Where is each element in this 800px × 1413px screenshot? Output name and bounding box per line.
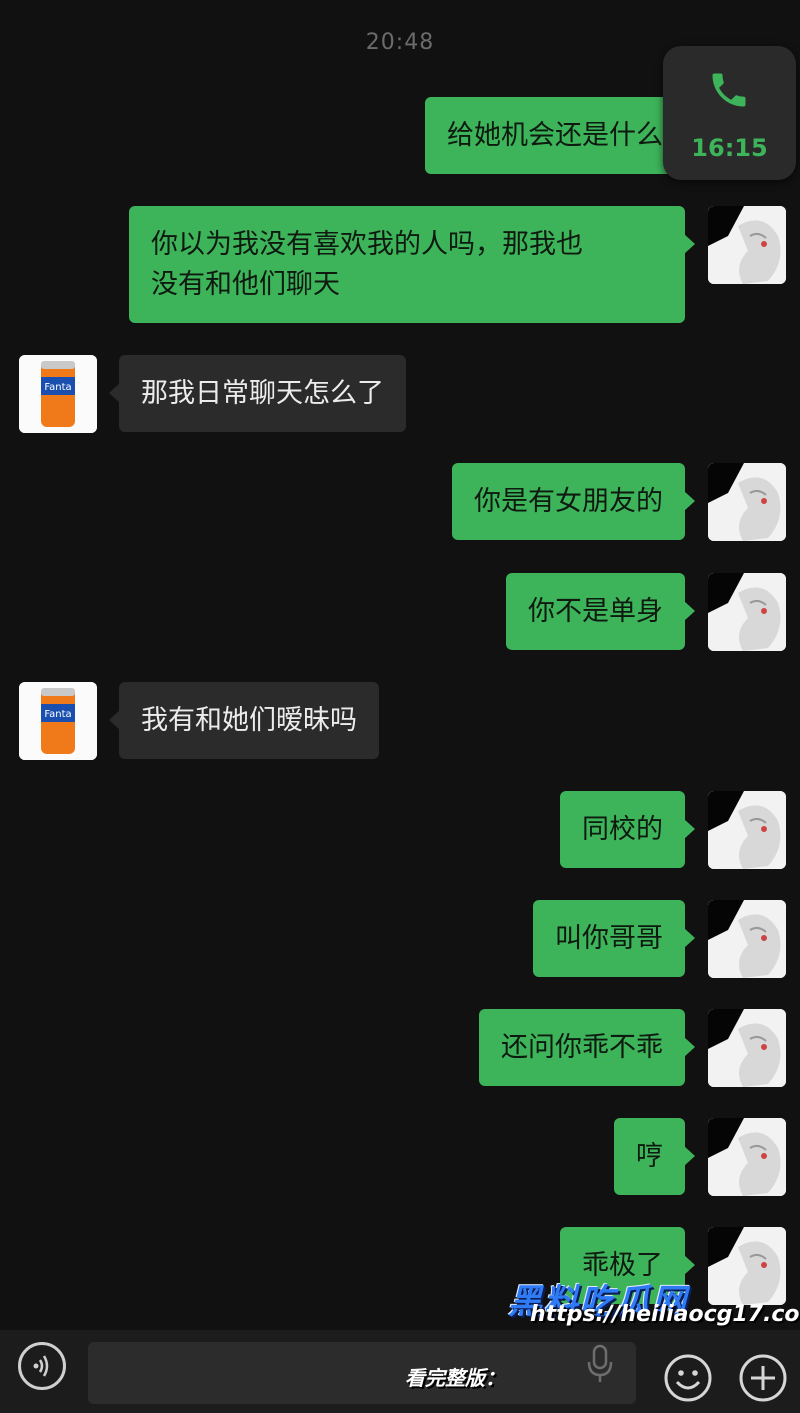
message-text: 同校的 — [582, 814, 663, 845]
watermark-label: 看完整版： — [405, 1366, 505, 1390]
received-message-bubble[interactable]: 我有和她们暧昧吗 — [109, 682, 379, 759]
message-input[interactable] — [88, 1342, 636, 1404]
sent-message-bubble[interactable]: 你是有女朋友的 — [452, 463, 695, 540]
my-avatar[interactable] — [708, 900, 786, 978]
my-avatar[interactable] — [708, 573, 786, 651]
sent-message-bubble[interactable]: 你不是单身 — [506, 573, 695, 650]
message-text: 还问你乖不乖 — [501, 1032, 663, 1063]
sent-message-bubble[interactable]: 哼 — [614, 1118, 695, 1195]
message-text: 你以为我没有喜欢我的人吗，那我也 没有和他们聊天 — [151, 229, 583, 300]
message-text: 叫你哥哥 — [555, 923, 663, 954]
call-duration: 16:15 — [691, 134, 768, 162]
voice-icon — [33, 1355, 49, 1377]
sent-message-bubble[interactable]: 你以为我没有喜欢我的人吗，那我也 没有和他们聊天 — [129, 206, 695, 323]
message-text: 你是有女朋友的 — [474, 486, 663, 517]
message-text: 你不是单身 — [528, 596, 663, 627]
plus-icon[interactable] — [737, 1352, 789, 1404]
sent-message-bubble[interactable]: 叫你哥哥 — [533, 900, 695, 977]
message-text: 那我日常聊天怎么了 — [141, 378, 384, 409]
contact-avatar[interactable]: Fanta — [19, 682, 97, 760]
my-avatar[interactable] — [708, 1009, 786, 1087]
my-avatar[interactable] — [708, 791, 786, 869]
my-avatar[interactable] — [708, 463, 786, 541]
my-avatar[interactable] — [708, 1118, 786, 1196]
sent-message-bubble[interactable]: 同校的 — [560, 791, 695, 868]
watermark-url[interactable]: https://heiliaocg17.com — [530, 1302, 800, 1327]
chat-area[interactable]: 20:48 给她机会还是什么 你以为我没有喜欢我的人吗，那我也 没有和他们聊天 … — [0, 0, 800, 1330]
emoji-icon[interactable] — [662, 1352, 714, 1404]
sent-message-bubble[interactable]: 还问你乖不乖 — [479, 1009, 695, 1086]
phone-icon — [712, 73, 746, 107]
my-avatar[interactable] — [708, 206, 786, 284]
my-avatar[interactable] — [708, 1227, 786, 1305]
message-text: 我有和她们暧昧吗 — [141, 705, 357, 736]
received-message-bubble[interactable]: 那我日常聊天怎么了 — [109, 355, 406, 432]
mic-icon[interactable] — [585, 1342, 615, 1386]
message-text: 哼 — [636, 1141, 663, 1172]
contact-avatar[interactable]: Fanta — [19, 355, 97, 433]
message-text: 给她机会还是什么 — [447, 120, 663, 151]
sent-message-bubble[interactable]: 给她机会还是什么 — [425, 97, 695, 174]
voice-toggle-button[interactable] — [18, 1342, 66, 1390]
svg-text:Fanta: Fanta — [44, 709, 71, 720]
svg-text:Fanta: Fanta — [44, 382, 71, 393]
call-floating-window[interactable]: 16:15 — [663, 46, 796, 180]
